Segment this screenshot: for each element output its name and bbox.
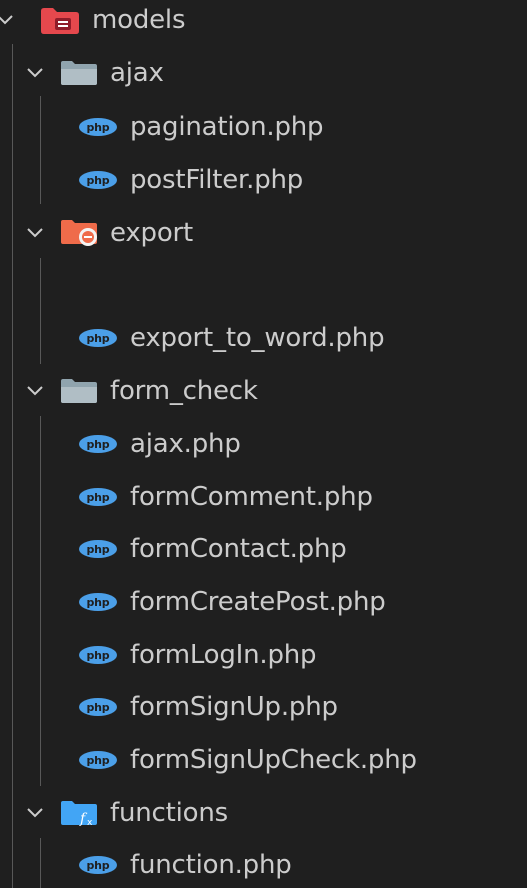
tree-item-file[interactable]: php pagination.php: [0, 101, 527, 153]
export-folder-icon: [61, 220, 97, 246]
svg-text:php: php: [87, 121, 110, 134]
svg-text:php: php: [87, 701, 110, 714]
window-edge: [527, 0, 532, 888]
tree-item-file[interactable]: php formSignUp.php: [0, 681, 527, 733]
svg-text:php: php: [87, 649, 110, 662]
php-file-icon: php: [79, 488, 117, 506]
svg-text:php: php: [87, 438, 110, 451]
chevron-down-icon[interactable]: [24, 380, 46, 402]
tree-item-file[interactable]: php formSignUpCheck.php: [0, 734, 527, 786]
models-folder-icon: [41, 8, 79, 34]
svg-text:php: php: [87, 596, 110, 609]
folder-icon: [61, 379, 97, 403]
tree-item-label: form_check: [110, 376, 258, 406]
tree-item-label: ajax.php: [130, 429, 241, 459]
tree-item-export-folder[interactable]: export: [0, 207, 527, 259]
tree-item-label: export_to_word.php: [130, 323, 385, 353]
tree-item-label: formLogIn.php: [130, 640, 317, 670]
tree-item-file[interactable]: php formCreatePost.php: [0, 576, 527, 628]
tree-item-label: formSignUp.php: [130, 692, 338, 722]
svg-text:php: php: [87, 174, 110, 187]
php-file-icon: php: [79, 118, 117, 136]
svg-text:x: x: [87, 818, 93, 828]
php-file-icon: php: [79, 329, 117, 347]
php-file-icon: php: [79, 171, 117, 189]
tree-item-file[interactable]: php formContact.php: [0, 523, 527, 575]
tree-item-label: export: [110, 218, 194, 248]
tree-item-label: formComment.php: [130, 482, 373, 512]
svg-text:php: php: [87, 491, 110, 504]
svg-text:php: php: [87, 754, 110, 767]
svg-text:php: php: [87, 859, 110, 872]
tree-item-form-check-folder[interactable]: form_check: [0, 365, 527, 417]
chevron-down-icon[interactable]: [24, 802, 46, 824]
file-explorer: models ajax php pagination.php php postF…: [0, 0, 527, 888]
tree-item-file[interactable]: php export_to_word.php: [0, 312, 527, 364]
tree-item-label: postFilter.php: [130, 165, 304, 195]
tree-item-label: ajax: [110, 58, 164, 88]
svg-text:php: php: [87, 332, 110, 345]
tree-item-label: models: [92, 5, 186, 35]
tree-item-file[interactable]: php ajax.php: [0, 418, 527, 470]
tree-item-file[interactable]: php formComment.php: [0, 471, 527, 523]
tree-item-file[interactable]: php function.php: [0, 839, 527, 888]
tree-item-label: formSignUpCheck.php: [130, 745, 417, 775]
tree-item-label: formContact.php: [130, 534, 347, 564]
tree-item-functions-folder[interactable]: f x functions: [0, 787, 527, 839]
tree-item-label: functions: [110, 798, 228, 828]
svg-text:php: php: [87, 543, 110, 556]
php-file-icon: php: [79, 540, 117, 558]
tree-item-label: pagination.php: [130, 112, 324, 142]
functions-folder-icon: f x: [61, 801, 97, 828]
tree-item-label: function.php: [130, 850, 292, 880]
chevron-down-icon[interactable]: [0, 9, 16, 31]
php-file-icon: php: [79, 593, 117, 611]
php-file-icon: php: [79, 698, 117, 716]
chevron-down-icon[interactable]: [24, 222, 46, 244]
php-file-icon: php: [79, 646, 117, 664]
tree-item-ajax-folder[interactable]: ajax: [0, 47, 527, 99]
tree-item-file[interactable]: php postFilter.php: [0, 154, 527, 206]
tree-item-models[interactable]: models: [0, 0, 527, 46]
php-file-icon: php: [79, 435, 117, 453]
php-file-icon: php: [79, 856, 117, 874]
tree-item-file[interactable]: php formLogIn.php: [0, 629, 527, 681]
php-file-icon: php: [79, 751, 117, 769]
tree-item-label: formCreatePost.php: [130, 587, 386, 617]
folder-icon: [61, 61, 97, 85]
chevron-down-icon[interactable]: [24, 62, 46, 84]
